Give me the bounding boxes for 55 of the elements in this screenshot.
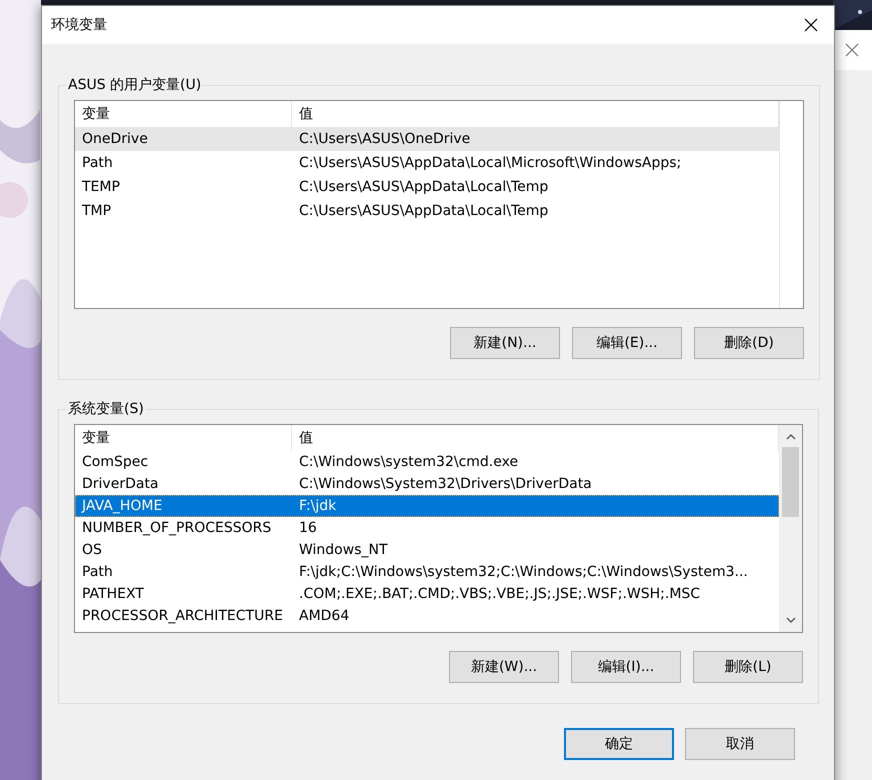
dialog-button[interactable]: 确定 [564,728,674,760]
action-button[interactable]: 编辑(E)... [572,327,682,359]
variable-row[interactable]: JAVA_HOME F:\jdk [75,495,779,517]
close-icon [804,18,818,32]
group-title: 系统变量(S) [67,400,145,418]
variable-value: Windows_NT [298,542,389,558]
variable-row[interactable]: NUMBER_OF_PROCESSORS 16 [75,517,779,539]
variable-value: 16 [298,520,318,536]
variable-row[interactable]: Path C:\Users\ASUS\AppData\Local\Microsoft\WindowsApps; [75,151,779,175]
variable-row[interactable]: TEMP C:\Users\ASUS\AppData\Local\Temp [75,175,779,199]
variable-row[interactable]: ComSpec C:\Windows\system32\cmd.exe [75,451,779,473]
action-button[interactable]: 删除(L) [693,651,803,683]
window-title: 环境变量 [51,16,107,34]
variable-value: C:\Users\ASUS\AppData\Local\Temp [298,179,550,195]
variable-row[interactable]: Path F:\jdk;C:\Windows\system32;C:\Windows;C:\Windows\System3... [75,561,779,583]
variable-value: C:\Windows\system32\cmd.exe [298,454,520,470]
variable-name: PROCESSOR_ARCHITECTURE [81,608,284,624]
action-button[interactable]: 删除(D) [694,327,804,359]
variable-row[interactable]: PATHEXT .COM;.EXE;.BAT;.CMD;.VBS;.VBE;.JS;.JSE;.WSF;.WSH;.MSC [75,583,779,605]
variable-row[interactable]: OneDrive C:\Users\ASUS\OneDrive [75,127,779,151]
action-button[interactable]: 编辑(I)... [571,651,681,683]
variable-row[interactable]: PROCESSOR_ARCHITECTURE AMD64 [75,605,779,627]
variable-row[interactable]: OS Windows_NT [75,539,779,561]
column-header[interactable]: 变量 [75,425,292,451]
variable-list[interactable] [74,424,803,633]
variable-name: ComSpec [81,454,150,470]
variable-name: NUMBER_OF_PROCESSORS [81,520,272,536]
variable-row[interactable]: TMP C:\Users\ASUS\AppData\Local\Temp [75,199,779,223]
variable-name: OS [81,542,103,558]
variable-name: Path [81,564,114,580]
variable-list[interactable]: 变量 值 OneDrive C:\Users\ASUS\OneDrive Path C:\Users\ASUS\AppData\Local\Microsoft\WindowsApps; TEMP C:\Users\ASUS\AppData\Local\Temp TMP C:\Users\ASUS\AppData\Local\Temp [74,100,804,309]
variable-value: F:\jdk [298,498,338,514]
scroll-up-icon [786,433,796,441]
variable-value: C:\Users\ASUS\OneDrive [298,131,472,147]
variable-row[interactable]: DriverData C:\Windows\System32\Drivers\DriverData [75,473,779,495]
dialog-button[interactable]: 取消 [685,728,795,760]
group-title: ASUS 的用户变量(U) [67,76,202,94]
action-button[interactable]: 新建(W)... [449,651,559,683]
variable-name: Path [81,155,114,171]
action-button[interactable]: 新建(N)... [450,327,560,359]
variable-value: .COM;.EXE;.BAT;.CMD;.VBS;.VBE;.JS;.JSE;.WSF;.WSH;.MSC [298,586,702,602]
variable-name: JAVA_HOME [80,498,164,514]
variable-value: AMD64 [298,608,350,624]
scroll-down-icon [786,616,796,624]
variable-value: C:\Users\ASUS\AppData\Local\Microsoft\WindowsApps; [298,155,682,171]
close-icon[interactable] [845,43,859,57]
variable-value: C:\Windows\System32\Drivers\DriverData [298,476,593,492]
variable-name: DriverData [81,476,160,492]
variable-name: PATHEXT [81,586,145,602]
variable-value: F:\jdk;C:\Windows\system32;C:\Windows;C:\Windows\System3... [298,564,749,580]
scrollbar[interactable] [779,425,802,632]
variable-name: TMP [81,203,112,219]
variable-value: C:\Users\ASUS\AppData\Local\Temp [298,203,550,219]
variable-name: TEMP [81,179,121,195]
variable-name: OneDrive [81,131,149,147]
